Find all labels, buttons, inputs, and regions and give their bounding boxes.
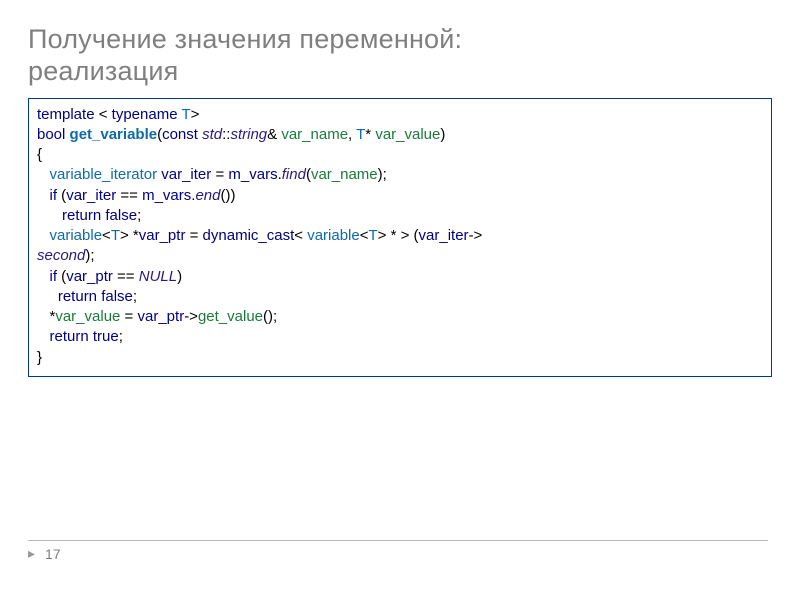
title-line-2: реализация bbox=[28, 56, 178, 86]
slide-title: Получение значения переменной: реализаци… bbox=[28, 24, 772, 88]
code-line-8: if (var_ptr == NULL) bbox=[37, 267, 763, 287]
slide-footer: ▸ 17 bbox=[28, 540, 768, 562]
code-line-11: return true; bbox=[37, 327, 763, 347]
divider bbox=[28, 540, 768, 541]
code-line-12: } bbox=[37, 348, 763, 368]
code-line-1: template < typename T> bbox=[37, 105, 763, 125]
page-number: 17 bbox=[45, 546, 61, 562]
footer-row: ▸ 17 bbox=[28, 545, 768, 562]
slide: Получение значения переменной: реализаци… bbox=[0, 0, 800, 600]
code-line-10: *var_value = var_ptr->get_value(); bbox=[37, 307, 763, 327]
code-line-5: if (var_iter == m_vars.end()) bbox=[37, 186, 763, 206]
title-line-1: Получение значения переменной: bbox=[28, 24, 462, 54]
code-line-4: variable_iterator var_iter = m_vars.find… bbox=[37, 165, 763, 185]
code-line-2: bool get_variable(const std::string& var… bbox=[37, 125, 763, 145]
code-line-6: return false; bbox=[37, 206, 763, 226]
code-line-7b: second); bbox=[37, 246, 763, 266]
code-line-9: return false; bbox=[37, 287, 763, 307]
code-block: template < typename T> bool get_variable… bbox=[28, 98, 772, 377]
code-line-7: variable<T> *var_ptr = dynamic_cast< var… bbox=[37, 226, 763, 246]
code-line-3: { bbox=[37, 145, 763, 165]
arrow-icon: ▸ bbox=[28, 545, 35, 562]
